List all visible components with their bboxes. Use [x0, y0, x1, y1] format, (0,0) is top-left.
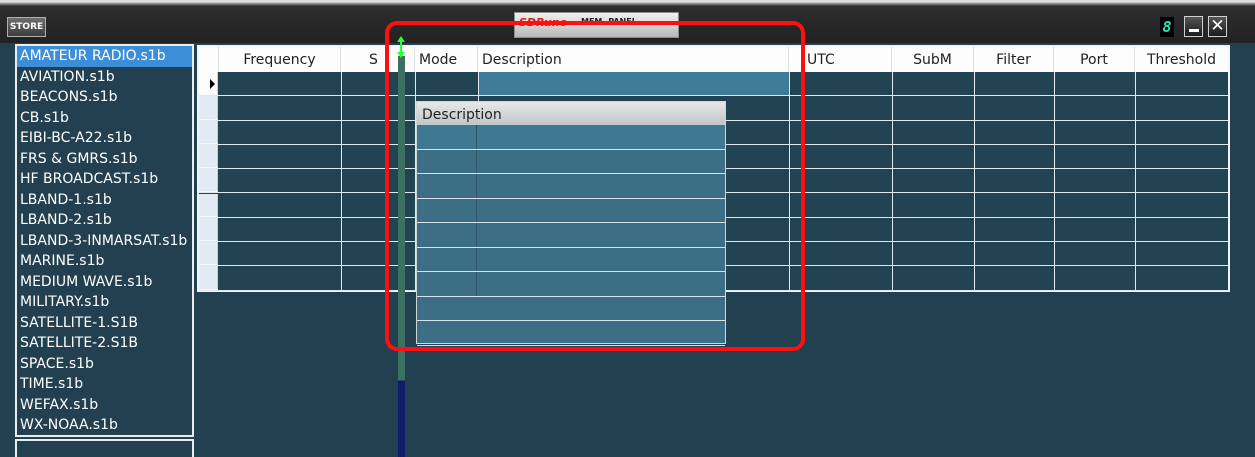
- close-button[interactable]: ✕: [1208, 16, 1227, 37]
- file-list-item[interactable]: WEFAX.s1b: [17, 395, 192, 416]
- file-list-item[interactable]: MARINE.s1b: [17, 251, 192, 272]
- file-list-item[interactable]: SPACE.s1b: [17, 354, 192, 375]
- file-list-item[interactable]: MEDIUM WAVE.s1b: [17, 272, 192, 293]
- file-list-item[interactable]: TIME.s1b: [17, 374, 192, 395]
- file-list-item[interactable]: MILITARY.s1b: [17, 292, 192, 313]
- file-list-item[interactable]: AMATEUR RADIO.s1b: [17, 46, 192, 67]
- grid-column-divider: [1135, 72, 1136, 290]
- file-list-item[interactable]: AVIATION.s1b: [17, 67, 192, 88]
- row-header[interactable]: [199, 193, 218, 217]
- current-row-indicator[interactable]: [199, 72, 218, 96]
- column-header-filter[interactable]: Filter: [974, 47, 1054, 72]
- file-list-item[interactable]: EIBI-BC-A22.s1b: [17, 128, 192, 149]
- highlight-annotation: [385, 21, 805, 351]
- file-name-input[interactable]: [15, 439, 194, 457]
- row-header[interactable]: [199, 266, 218, 290]
- minimize-icon: [1189, 29, 1199, 32]
- close-icon: ✕: [1210, 16, 1225, 36]
- file-list-item[interactable]: SATELLITE-1.S1B: [17, 313, 192, 334]
- row-header[interactable]: [199, 120, 218, 144]
- row-header[interactable]: [199, 217, 218, 242]
- store-button[interactable]: STORE: [7, 17, 46, 37]
- header-corner: [199, 47, 219, 72]
- column-header-threshold[interactable]: Threshold: [1135, 47, 1228, 72]
- file-list-item[interactable]: HF BROADCAST.s1b: [17, 169, 192, 190]
- column-header-frequency[interactable]: Frequency: [219, 47, 341, 72]
- file-list-item[interactable]: CB.s1b: [17, 108, 192, 129]
- grid-column-divider: [341, 72, 342, 290]
- row-header[interactable]: [199, 242, 218, 266]
- grid-column-divider: [892, 72, 893, 290]
- file-list-item[interactable]: LBAND-2.s1b: [17, 210, 192, 231]
- row-header[interactable]: [199, 144, 218, 169]
- column-header-subm[interactable]: SubM: [892, 47, 974, 72]
- file-list-item[interactable]: SATELLITE-2.S1B: [17, 333, 192, 354]
- grid-column-divider: [1054, 72, 1055, 290]
- file-list-item[interactable]: BEACONS.s1b: [17, 87, 192, 108]
- memory-file-list[interactable]: AMATEUR RADIO.s1b AVIATION.s1b BEACONS.s1b…: [15, 44, 194, 437]
- panel-number-display[interactable]: 8: [1160, 17, 1174, 37]
- row-header[interactable]: [199, 96, 218, 120]
- file-list-item[interactable]: LBAND-1.s1b: [17, 190, 192, 211]
- column-header-port[interactable]: Port: [1054, 47, 1135, 72]
- file-list-item[interactable]: LBAND-3-INMARSAT.s1b: [17, 231, 192, 252]
- file-list-item[interactable]: FRS & GMRS.s1b: [17, 149, 192, 170]
- grid-column-divider: [974, 72, 975, 290]
- file-list-item[interactable]: WX-NOAA.s1b: [17, 415, 192, 435]
- row-header[interactable]: [199, 169, 218, 193]
- minimize-button[interactable]: [1184, 16, 1203, 37]
